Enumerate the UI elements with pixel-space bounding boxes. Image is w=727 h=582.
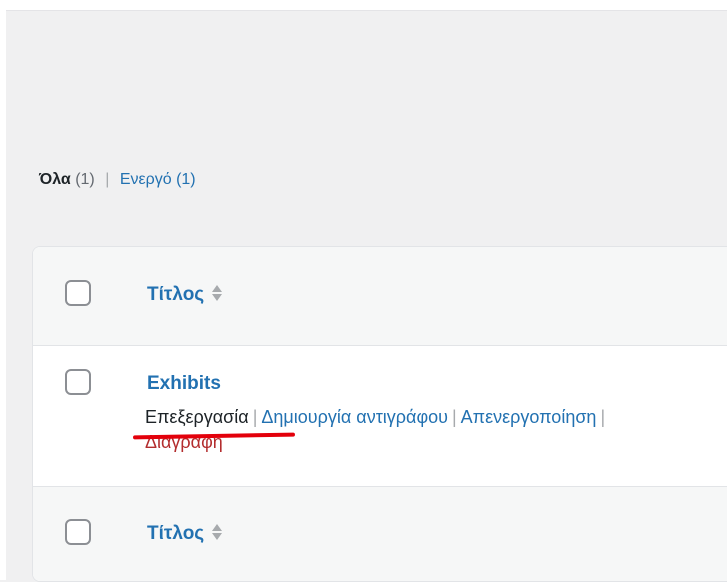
filter-separator: | [105,171,110,188]
left-edge [0,0,6,580]
filter-active[interactable]: Ενεργό (1) [120,171,196,188]
table-row: Exhibits Επεξεργασία | Δημιουργία αντιγράφ… [33,346,727,487]
sort-icon[interactable] [211,283,223,303]
row-title-link[interactable]: Exhibits [147,373,221,395]
select-all-checkbox[interactable] [65,280,91,306]
table-header-row: Τίτλος [33,247,727,346]
action-separator: | [451,407,457,427]
row-checkbox[interactable] [65,369,91,395]
action-separator: | [252,407,258,427]
filter-all-count: (1) [75,171,95,188]
row-actions: Επεξεργασία | Δημιουργία αντιγράφου | Απενερ… [145,405,665,455]
title-column-label[interactable]: Τίτλος [147,284,204,305]
list-table: Τίτλος Exhibits Επεξεργασία | Δημιουργία α… [32,246,727,582]
sort-icon[interactable] [211,522,223,542]
table-footer-row: Τίτλος [33,487,727,581]
top-strip [0,0,727,11]
action-separator: | [600,407,606,427]
status-filter-links: Όλα (1) | Ενεργό (1) [39,170,196,190]
filter-all[interactable]: Όλα (1) [39,171,99,188]
duplicate-action[interactable]: Δημιουργία αντιγράφου [261,407,448,427]
title-column-header[interactable]: Τίτλος [147,284,223,306]
title-column-footer-label[interactable]: Τίτλος [147,523,204,544]
edit-action[interactable]: Επεξεργασία [145,407,249,427]
filter-active-label[interactable]: Ενεργό [120,171,172,188]
deactivate-action[interactable]: Απενεργοποίηση [461,407,597,427]
filter-all-label[interactable]: Όλα [39,171,71,188]
title-column-footer[interactable]: Τίτλος [147,523,223,545]
filter-active-count[interactable]: (1) [176,171,196,188]
select-all-checkbox-footer[interactable] [65,519,91,545]
